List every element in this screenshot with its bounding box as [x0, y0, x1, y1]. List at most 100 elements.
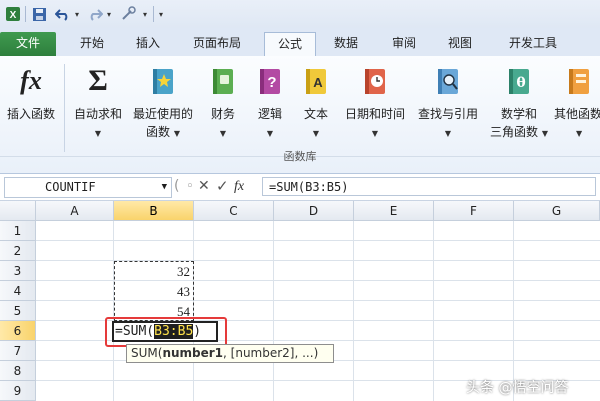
date-time-button[interactable]: 日期和时间 ▼: [340, 60, 410, 152]
row-header-6[interactable]: 6: [0, 321, 36, 341]
finance-book-icon: [210, 66, 236, 96]
chevron-down-icon[interactable]: ▼: [162, 178, 167, 197]
more-functions-label: 其他函数: [554, 107, 600, 121]
logic-book-icon: ?: [257, 66, 283, 96]
row-header-9[interactable]: 9: [0, 381, 36, 401]
text-button[interactable]: A 文本 ▼: [294, 60, 338, 152]
chevron-down-icon: ▼: [371, 129, 379, 138]
recently-used-label: 最近使用的: [132, 107, 193, 121]
insert-function-button[interactable]: fx 插入函数: [0, 60, 62, 152]
formula-input[interactable]: =SUM(B3:B5): [262, 177, 596, 196]
toolbar-overflow-icon[interactable]: ▾: [156, 5, 166, 23]
column-header-f[interactable]: F: [434, 201, 514, 221]
tab-file[interactable]: 文件: [0, 32, 56, 56]
redo-dropdown-icon[interactable]: ▾: [104, 5, 114, 23]
function-library-group-label: 函数库: [283, 150, 317, 163]
financial-button[interactable]: 财务 ▼: [200, 60, 246, 152]
text-book-icon: A: [303, 66, 329, 96]
chevron-down-icon: ▼: [576, 129, 583, 138]
insert-function-label: 插入函数: [6, 107, 55, 121]
row-header-4[interactable]: 4: [0, 281, 36, 301]
text-label: 文本: [303, 107, 328, 121]
save-icon[interactable]: [30, 5, 48, 23]
column-header-a[interactable]: A: [36, 201, 114, 221]
tooltip-fn: SUM(: [131, 346, 163, 360]
theta-book-icon: θ: [506, 66, 532, 96]
row-header-5[interactable]: 5: [0, 301, 36, 321]
customize-dropdown-icon[interactable]: ▾: [140, 5, 150, 23]
row-header-2[interactable]: 2: [0, 241, 36, 261]
fx-icon: fx: [20, 66, 42, 95]
chevron-down-icon: ▼: [219, 129, 227, 138]
svg-text:A: A: [313, 75, 323, 90]
tab-formulas[interactable]: 公式: [264, 32, 316, 58]
math-trig-button[interactable]: θ 数学和 三角函数 ▼: [486, 60, 552, 152]
row-header-3[interactable]: 3: [0, 261, 36, 281]
financial-label: 财务: [210, 107, 235, 121]
logical-button[interactable]: ? 逻辑 ▼: [248, 60, 292, 152]
highlight-annotation-box: [105, 317, 227, 347]
tab-data[interactable]: 数据: [326, 32, 366, 56]
insert-function-fx-icon[interactable]: fx: [234, 177, 244, 196]
star-book-icon: [150, 66, 176, 96]
tab-page-layout[interactable]: 页面布局: [184, 32, 250, 56]
redo-icon[interactable]: [86, 5, 104, 23]
autosum-button[interactable]: Σ 自动求和 ▼: [68, 60, 128, 152]
svg-text:θ: θ: [516, 75, 525, 91]
quick-access-toolbar: X ▾ ▾ ▾ ▾: [0, 0, 600, 28]
cancel-icon[interactable]: ✕: [198, 177, 210, 196]
tab-insert[interactable]: 插入: [128, 32, 168, 56]
column-header-b[interactable]: B: [114, 201, 194, 221]
grip-icon: ◦: [186, 179, 194, 194]
tab-developer[interactable]: 开发工具: [500, 32, 566, 56]
chevron-down-icon: ▼: [266, 129, 274, 138]
tab-view[interactable]: 视图: [440, 32, 480, 56]
ribbon-tabs: 文件 开始 插入 页面布局 公式 数据 审阅 视图 开发工具: [0, 28, 600, 58]
name-box-value: COUNTIF: [45, 180, 96, 194]
chevron-down-icon: ▼: [94, 129, 102, 138]
lookup-reference-label: 查找与引用: [417, 107, 478, 121]
more-functions-button[interactable]: 其他函数 ▼: [552, 60, 600, 152]
recently-used-button[interactable]: 最近使用的 函数 ▼: [128, 60, 198, 152]
autosum-label: 自动求和: [73, 107, 122, 121]
tooltip-arg-current[interactable]: number1: [162, 346, 223, 360]
worksheet-grid: A B C D E F G 1 2 3 4 5 6 7 8 9 32 43 54…: [0, 201, 600, 401]
search-book-icon: [435, 66, 461, 96]
clock-book-icon: [362, 66, 388, 96]
sigma-icon: Σ: [88, 64, 108, 97]
splitter-icon[interactable]: (: [174, 177, 179, 196]
excel-icon[interactable]: X: [4, 5, 22, 23]
more-book-icon: [566, 66, 592, 96]
chevron-down-icon: ▼: [312, 129, 320, 138]
formula-bar: COUNTIF ▼ ( ◦ ✕ ✓ fx =SUM(B3:B5): [0, 174, 600, 201]
column-header-g[interactable]: G: [514, 201, 600, 221]
customize-icon[interactable]: [118, 5, 140, 23]
tab-review[interactable]: 审阅: [384, 32, 424, 56]
tooltip-rest: , [number2], ...): [223, 346, 319, 360]
svg-text:?: ?: [267, 74, 276, 91]
recently-used-label-2: 函数: [146, 125, 171, 139]
name-box[interactable]: COUNTIF ▼: [4, 177, 172, 198]
chevron-down-icon: ▼: [444, 129, 452, 138]
column-header-e[interactable]: E: [354, 201, 434, 221]
row-header-1[interactable]: 1: [0, 221, 36, 241]
check-icon[interactable]: ✓: [216, 177, 229, 196]
formula-buttons: ( ◦ ✕ ✓ fx: [172, 177, 258, 196]
function-argument-tooltip[interactable]: SUM(number1, [number2], ...): [126, 344, 334, 363]
math-trig-label-2: 三角函数: [490, 125, 539, 139]
math-trig-label: 数学和: [500, 107, 537, 121]
select-all-corner[interactable]: [0, 201, 36, 221]
row-header-7[interactable]: 7: [0, 341, 36, 361]
undo-icon[interactable]: [54, 5, 72, 23]
tab-home[interactable]: 开始: [72, 32, 112, 56]
column-header-c[interactable]: C: [194, 201, 274, 221]
chevron-down-icon: ▼: [173, 129, 180, 138]
undo-dropdown-icon[interactable]: ▾: [72, 5, 82, 23]
svg-text:X: X: [10, 10, 17, 21]
date-time-label: 日期和时间: [344, 107, 405, 121]
chevron-down-icon: ▼: [541, 129, 548, 138]
row-header-8[interactable]: 8: [0, 361, 36, 381]
range-marquee: [114, 261, 194, 321]
column-header-d[interactable]: D: [274, 201, 354, 221]
lookup-reference-button[interactable]: 查找与引用 ▼: [412, 60, 484, 152]
